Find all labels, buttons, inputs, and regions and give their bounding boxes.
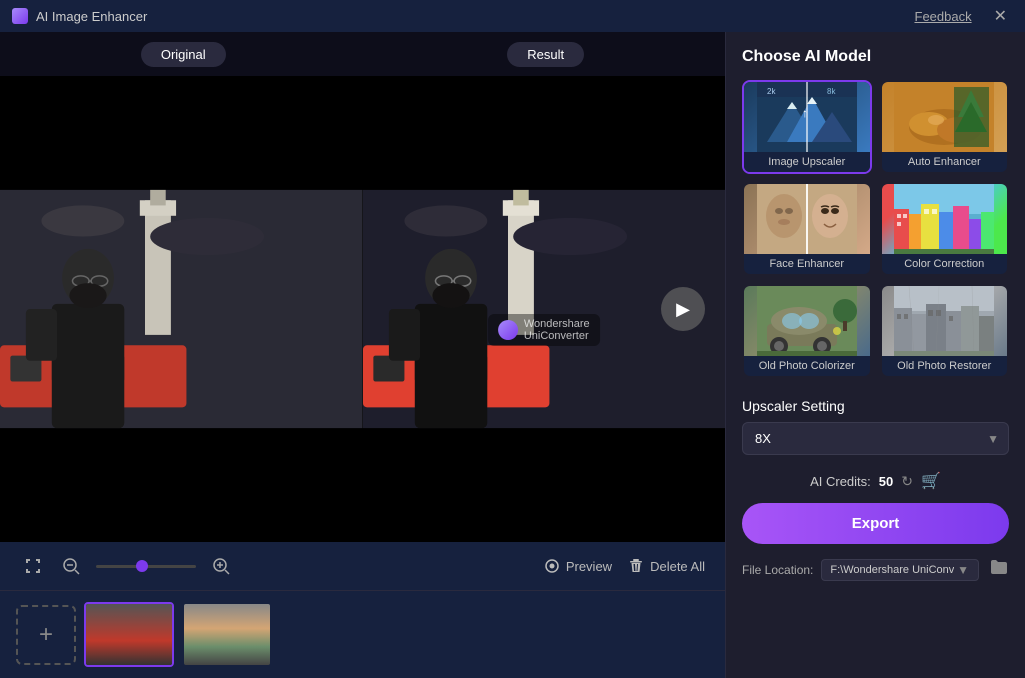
upscaler-select[interactable]: 2X 4X 8X — [742, 422, 1009, 455]
fit-button[interactable] — [20, 553, 46, 579]
image-display-area: WondershareUniConverter ▶ — [0, 126, 725, 492]
model-card-color-correction[interactable]: Color Correction — [880, 182, 1010, 276]
old-photo-colorizer-preview-svg — [757, 286, 857, 356]
image-panel: Original Result — [0, 32, 725, 678]
black-bar-bottom — [0, 492, 725, 542]
credits-label: AI Credits: — [810, 474, 871, 489]
export-button[interactable]: Export — [742, 503, 1009, 544]
upscaler-preview-svg: 2k 8k ↑ — [757, 82, 857, 152]
folder-icon — [989, 558, 1007, 576]
feedback-link[interactable]: Feedback — [915, 9, 972, 24]
model-label-color-correction: Color Correction — [882, 254, 1008, 274]
thumbnail-strip: + — [0, 590, 725, 678]
toolbar-right: Preview Delete All — [544, 558, 705, 574]
thumbnail-2[interactable] — [182, 602, 272, 667]
toolbar: Preview Delete All — [0, 542, 725, 590]
delete-all-button[interactable]: Delete All — [628, 558, 705, 574]
face-enhancer-preview-svg — [757, 184, 857, 254]
app-title: AI Image Enhancer — [36, 9, 147, 24]
preview-icon — [544, 558, 560, 574]
zoom-in-button[interactable] — [208, 553, 234, 579]
old-photo-restorer-preview-svg — [894, 286, 994, 356]
model-grid: 2k 8k ↑ Image Upscaler — [742, 80, 1009, 378]
model-img-face — [744, 184, 870, 254]
zoom-in-icon — [212, 557, 230, 575]
original-image-svg — [0, 126, 363, 492]
delete-all-label: Delete All — [650, 559, 705, 574]
model-label-old-photo-restorer: Old Photo Restorer — [882, 356, 1008, 376]
slider-thumb — [136, 560, 148, 572]
zoom-out-button[interactable] — [58, 553, 84, 579]
next-button[interactable]: ▶ — [661, 287, 705, 331]
model-img-color — [882, 184, 1008, 254]
file-location-select[interactable]: F:\Wondershare UniConv — [821, 559, 979, 581]
model-label-auto-enhancer: Auto Enhancer — [882, 152, 1008, 172]
model-img-colorizer — [744, 286, 870, 356]
model-card-old-photo-colorizer[interactable]: Old Photo Colorizer — [742, 284, 872, 378]
credits-value: 50 — [879, 474, 893, 489]
svg-text:8k: 8k — [827, 87, 836, 96]
preview-button[interactable]: Preview — [544, 558, 612, 574]
model-label-old-photo-colorizer: Old Photo Colorizer — [744, 356, 870, 376]
zoom-slider[interactable] — [96, 565, 196, 568]
trash-icon — [628, 558, 644, 574]
model-img-auto — [882, 82, 1008, 152]
result-label: Result — [507, 42, 584, 67]
model-card-face-enhancer[interactable]: Face Enhancer — [742, 182, 872, 276]
model-label-face-enhancer: Face Enhancer — [744, 254, 870, 274]
toolbar-left — [20, 553, 234, 579]
close-button[interactable]: ✕ — [988, 4, 1013, 28]
title-bar-left: AI Image Enhancer — [12, 8, 147, 24]
watermark-icon — [498, 320, 518, 340]
svg-text:2k: 2k — [767, 87, 776, 96]
credits-row: AI Credits: 50 ↻ 🛒 — [742, 471, 1009, 491]
model-card-old-photo-restorer[interactable]: Old Photo Restorer — [880, 284, 1010, 378]
cart-icon[interactable]: 🛒 — [921, 471, 941, 491]
model-card-image-upscaler[interactable]: 2k 8k ↑ Image Upscaler — [742, 80, 872, 174]
black-bar-top — [0, 76, 725, 126]
model-label-image-upscaler: Image Upscaler — [744, 152, 870, 172]
file-location-label: File Location: — [742, 563, 813, 577]
model-img-restorer — [882, 286, 1008, 356]
slider-track — [96, 565, 196, 568]
watermark: WondershareUniConverter — [488, 314, 600, 346]
right-panel-content: Choose AI Model — [726, 32, 1025, 678]
file-folder-button[interactable] — [987, 556, 1009, 583]
file-location-row: File Location: F:\Wondershare UniConv ▼ — [742, 556, 1009, 583]
choose-model-title: Choose AI Model — [742, 48, 1009, 66]
upscaler-setting-title: Upscaler Setting — [742, 398, 1009, 414]
model-img-upscaler: 2k 8k ↑ — [744, 82, 870, 152]
right-panel: Choose AI Model — [725, 32, 1025, 678]
result-image-side: WondershareUniConverter ▶ — [363, 126, 726, 492]
fit-icon — [24, 557, 42, 575]
auto-enhancer-preview-svg — [894, 82, 994, 152]
title-bar-right: Feedback ✕ — [915, 4, 1014, 28]
preview-label: Preview — [566, 559, 612, 574]
original-label: Original — [141, 42, 226, 67]
upscaler-setting-section: Upscaler Setting 2X 4X 8X ▼ — [742, 398, 1009, 455]
thumbnail-1[interactable] — [84, 602, 174, 667]
file-location-select-wrap: F:\Wondershare UniConv ▼ — [821, 559, 979, 581]
upscaler-select-wrapper: 2X 4X 8X ▼ — [742, 422, 1009, 455]
image-labels-bar: Original Result — [0, 32, 725, 76]
add-image-button[interactable]: + — [16, 605, 76, 665]
color-correction-preview-svg — [894, 184, 994, 254]
thumbnail-2-image — [184, 604, 270, 665]
refresh-credits-button[interactable]: ↻ — [901, 473, 913, 490]
app-icon — [12, 8, 28, 24]
model-card-auto-enhancer[interactable]: Auto Enhancer — [880, 80, 1010, 174]
thumbnail-1-image — [86, 604, 172, 665]
original-image-side — [0, 126, 363, 492]
svg-text:↑: ↑ — [802, 106, 808, 120]
title-bar: AI Image Enhancer Feedback ✕ — [0, 0, 1025, 32]
main-container: Original Result — [0, 32, 1025, 678]
watermark-text: WondershareUniConverter — [524, 318, 590, 342]
zoom-out-icon — [62, 557, 80, 575]
